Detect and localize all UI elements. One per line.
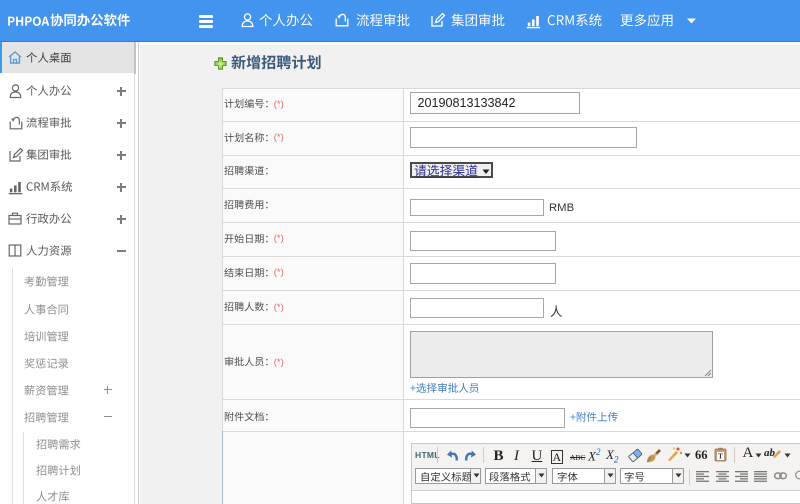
svg-text:T: T (718, 453, 723, 461)
